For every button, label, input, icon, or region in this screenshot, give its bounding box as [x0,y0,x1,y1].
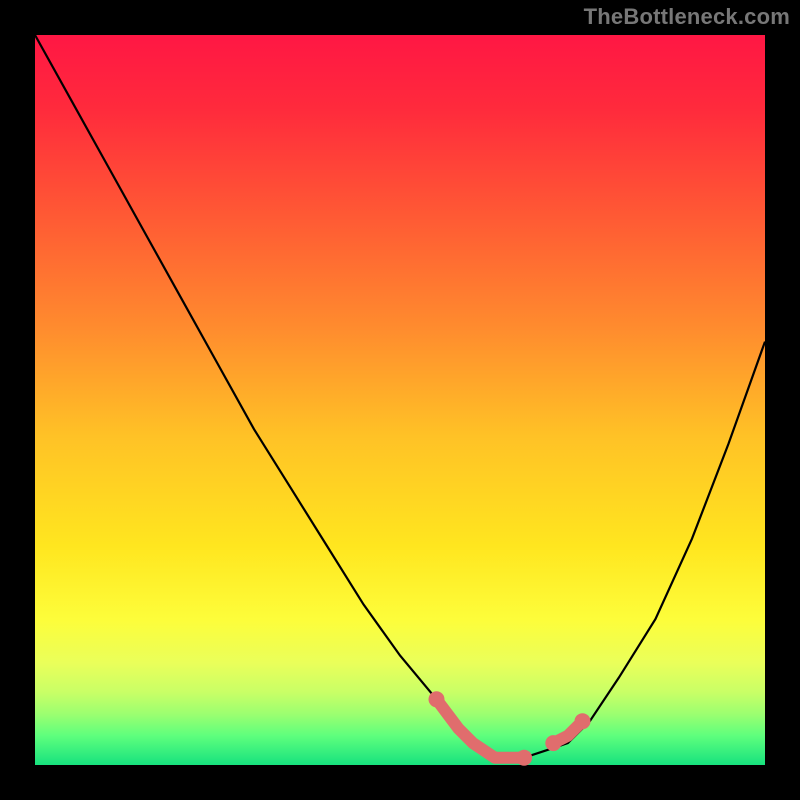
bottleneck-chart [0,0,800,800]
watermark-text: TheBottleneck.com [584,4,790,30]
highlight-dot [429,691,445,707]
highlight-dot [575,713,591,729]
chart-frame: TheBottleneck.com [0,0,800,800]
highlight-dot [545,735,561,751]
highlight-dot [516,750,532,766]
